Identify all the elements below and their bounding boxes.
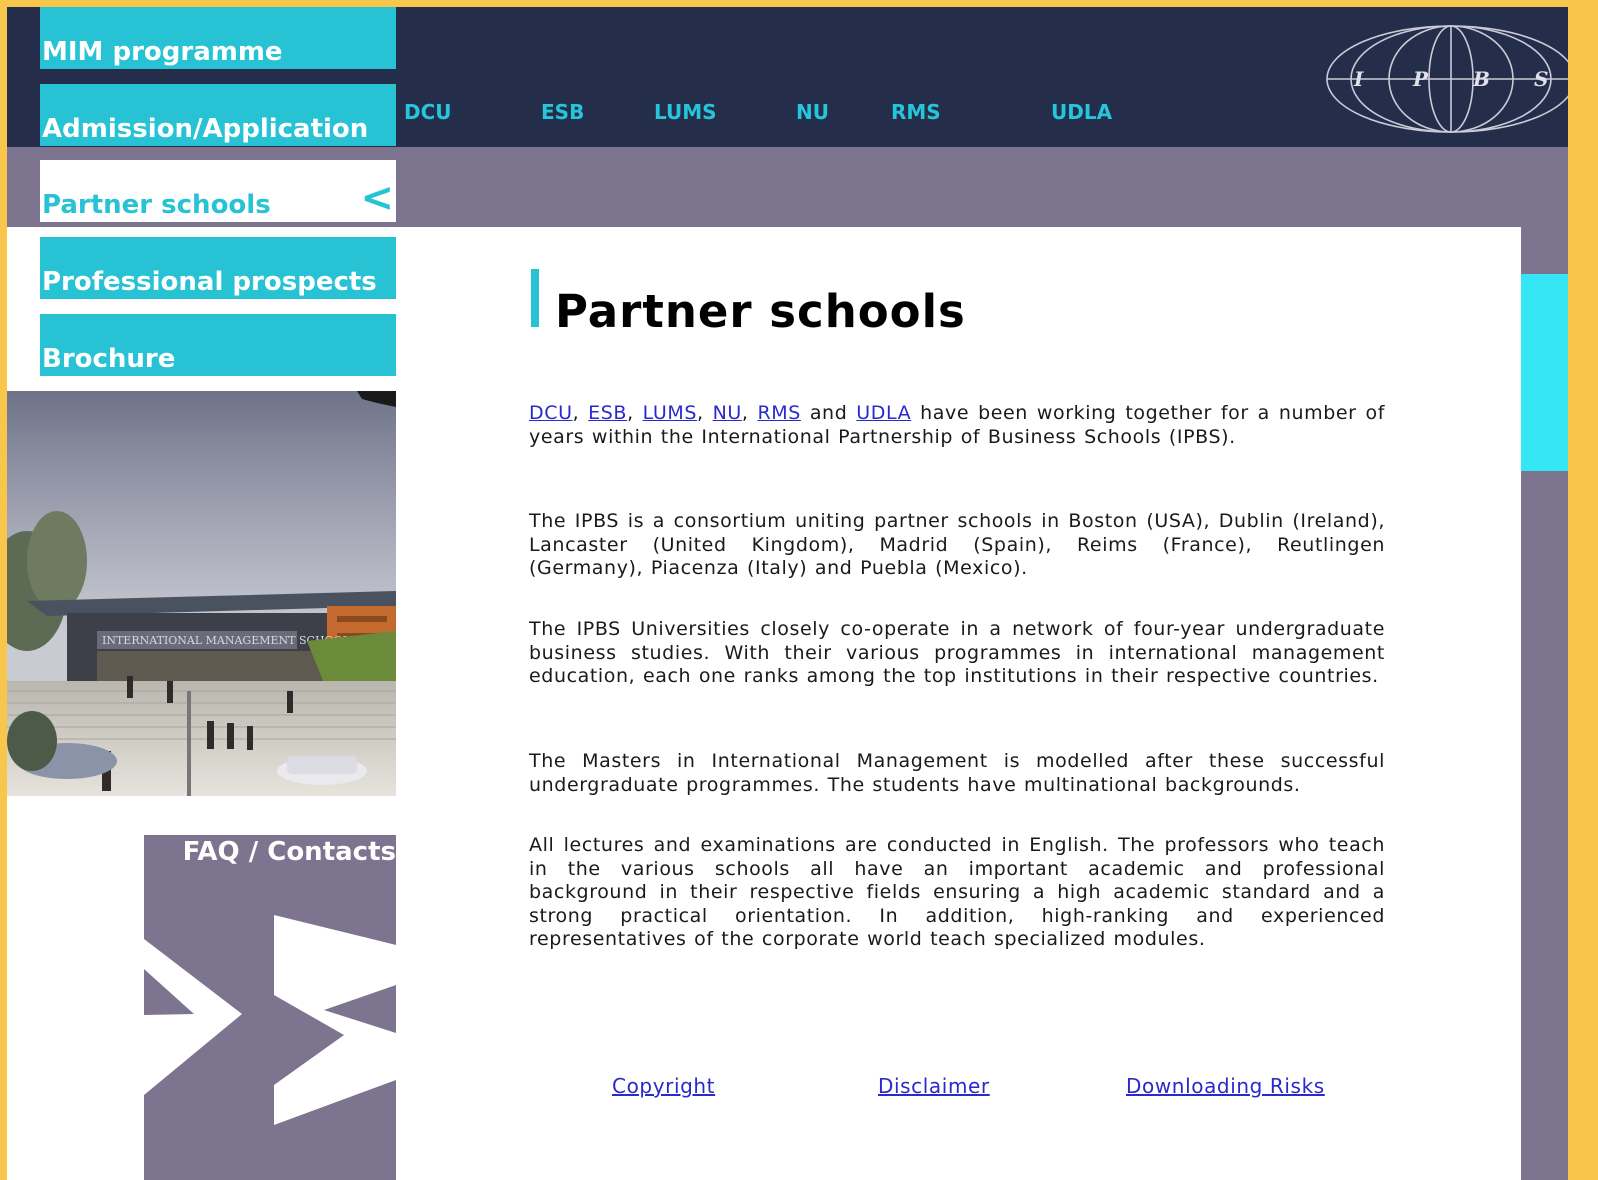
topnav-esb[interactable]: ESB [541,100,584,126]
faq-contacts-link[interactable]: FAQ / Contacts [183,837,396,867]
topnav-rms[interactable]: RMS [891,100,941,126]
intro-and: and [809,402,848,424]
sidebar-item-admission-application[interactable]: Admission/Application [40,84,396,146]
paragraph-consortium: The IPBS is a consortium uniting partner… [529,510,1385,580]
sidebar-item-brochure[interactable]: Brochure [40,314,396,376]
page-title: Partner schools [555,285,966,338]
sidebar-item-label: MIM programme [42,37,283,67]
link-dcu[interactable]: DCU [529,402,573,424]
disclaimer-link[interactable]: Disclaimer [878,1074,990,1098]
title-accent-bar [531,269,539,327]
ipbs-logo[interactable]: I P B S [1325,23,1568,135]
link-lums[interactable]: LUMS [643,402,697,424]
paragraph-lectures: All lectures and examinations are conduc… [529,834,1385,951]
paragraph-masters: The Masters in International Management … [529,750,1385,796]
link-udla[interactable]: UDLA [856,402,911,424]
chevron-right-icon [144,915,396,1125]
sidebar-item-label: Admission/Application [42,114,369,144]
link-esb[interactable]: ESB [588,402,627,424]
sidebar-item-label: Professional prospects [42,267,377,297]
chevron-left-icon: < [360,175,394,221]
logo-letter-b: B [1472,67,1490,91]
campus-photo: INTERNATIONAL MANAGEMENT SCHOOL [7,391,396,796]
link-nu[interactable]: NU [713,402,742,424]
logo-letter-s: S [1534,67,1548,91]
copyright-link[interactable]: Copyright [612,1074,715,1098]
paragraph-universities: The IPBS Universities closely co-operate… [529,618,1385,688]
faq-contacts-panel[interactable]: FAQ / Contacts [144,835,396,1180]
topnav-dcu[interactable]: DCU [404,100,452,126]
sidebar-item-label: Brochure [42,344,176,374]
topnav-nu[interactable]: NU [796,100,829,126]
sidebar-item-partner-schools[interactable]: Partner schools < [40,160,396,222]
intro-paragraph: DCU, ESB, LUMS, NU, RMS and UDLA have be… [529,402,1385,448]
topnav-udla[interactable]: UDLA [1051,100,1112,126]
topnav-lums[interactable]: LUMS [654,100,717,126]
logo-letter-i: I [1353,67,1364,91]
page-frame: MIM programme Admission/Application Part… [7,7,1568,1180]
logo-letter-p: P [1412,67,1429,91]
sidebar-item-mim-programme[interactable]: MIM programme [40,7,396,69]
downloading-risks-link[interactable]: Downloading Risks [1126,1074,1325,1098]
sidebar-item-professional-prospects[interactable]: Professional prospects [40,237,396,299]
link-rms[interactable]: RMS [757,402,800,424]
sidebar-item-label: Partner schools [42,190,271,220]
right-accent-block [1521,274,1568,471]
